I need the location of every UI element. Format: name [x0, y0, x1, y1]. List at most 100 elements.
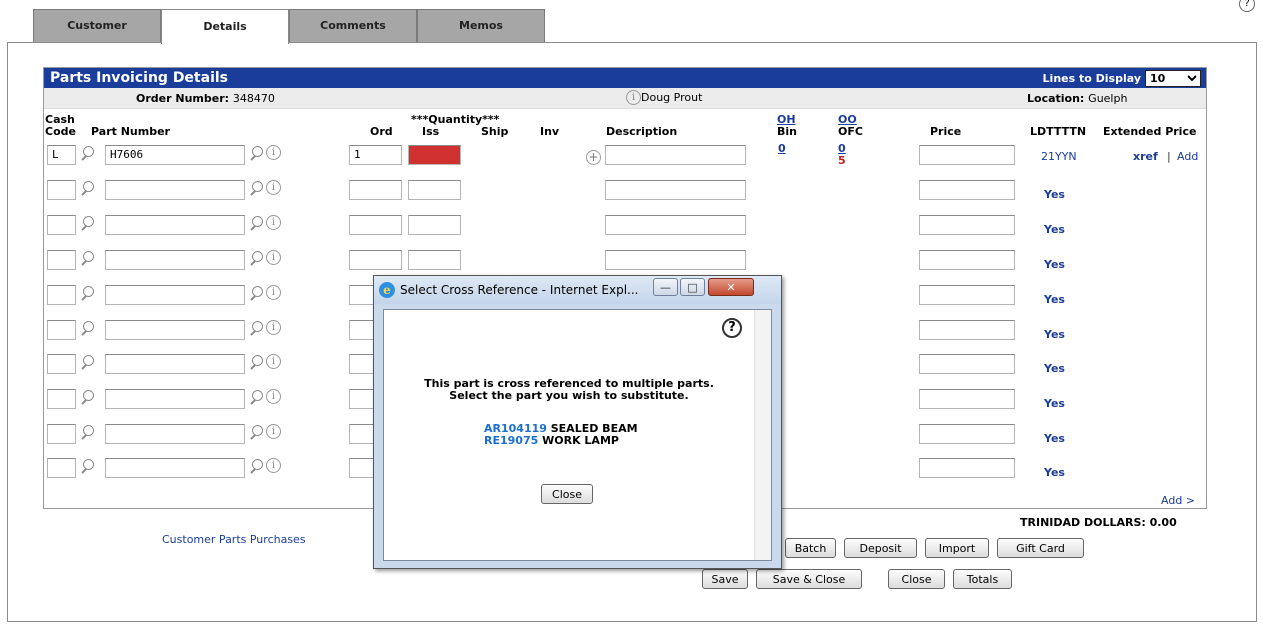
ord-input[interactable]: [349, 180, 402, 200]
maximize-icon[interactable]: □: [680, 278, 705, 296]
help-icon[interactable]: ?: [722, 318, 742, 338]
ldtttn-yes-link[interactable]: Yes: [1044, 258, 1065, 271]
info-icon[interactable]: i: [266, 145, 281, 160]
dialog-scrollbar[interactable]: [754, 310, 771, 560]
info-icon[interactable]: i: [266, 389, 281, 404]
part-number-input[interactable]: [105, 285, 245, 305]
cash-code-input[interactable]: [47, 320, 76, 340]
price-input[interactable]: [919, 285, 1015, 305]
search-icon[interactable]: [80, 425, 94, 439]
tab-customer[interactable]: Customer: [33, 9, 161, 43]
ldtttn-yes-link[interactable]: Yes: [1044, 293, 1065, 306]
customer-parts-purchases-link[interactable]: Customer Parts Purchases: [162, 533, 306, 546]
part-number-input[interactable]: [105, 458, 245, 478]
minimize-icon[interactable]: —: [653, 278, 678, 296]
search-icon[interactable]: [80, 286, 94, 300]
cash-code-input[interactable]: [47, 424, 76, 444]
info-icon[interactable]: i: [266, 458, 281, 473]
search-icon[interactable]: [249, 355, 263, 369]
cash-code-input[interactable]: [47, 389, 76, 409]
info-icon[interactable]: i: [266, 250, 281, 265]
tab-details[interactable]: Details: [161, 9, 289, 44]
ldtttn-yes-link[interactable]: Yes: [1044, 466, 1065, 479]
description-input[interactable]: [605, 215, 746, 235]
info-icon[interactable]: i: [266, 424, 281, 439]
info-icon[interactable]: i: [266, 354, 281, 369]
part-number-input[interactable]: [105, 389, 245, 409]
help-icon[interactable]: ?: [1239, 0, 1255, 12]
search-icon[interactable]: [80, 181, 94, 195]
ldtttn-yes-link[interactable]: Yes: [1044, 362, 1065, 375]
info-icon[interactable]: i: [266, 215, 281, 230]
add-link[interactable]: Add: [1177, 150, 1198, 163]
search-icon[interactable]: [249, 390, 263, 404]
tab-comments[interactable]: Comments: [289, 9, 417, 43]
price-input[interactable]: [919, 180, 1015, 200]
ord-input[interactable]: [349, 215, 402, 235]
search-icon[interactable]: [249, 146, 263, 160]
close-icon[interactable]: ✕: [708, 278, 754, 296]
iss-input[interactable]: [408, 145, 461, 165]
search-icon[interactable]: [249, 321, 263, 335]
info-icon[interactable]: i: [266, 285, 281, 300]
price-input[interactable]: [919, 354, 1015, 374]
part-number-input[interactable]: [105, 424, 245, 444]
totals-button[interactable]: Totals: [953, 569, 1012, 589]
search-icon[interactable]: [249, 181, 263, 195]
ldtttn-yes-link[interactable]: Yes: [1044, 397, 1065, 410]
ldtttn-yes-link[interactable]: Yes: [1044, 432, 1065, 445]
price-input[interactable]: [919, 458, 1015, 478]
search-icon[interactable]: [80, 321, 94, 335]
search-icon[interactable]: [249, 459, 263, 473]
description-input[interactable]: [605, 180, 746, 200]
description-input[interactable]: [605, 250, 746, 270]
gift-card-button[interactable]: Gift Card: [997, 538, 1084, 558]
search-icon[interactable]: [80, 390, 94, 404]
search-icon[interactable]: [80, 251, 94, 265]
price-input[interactable]: [919, 424, 1015, 444]
cash-code-input[interactable]: [47, 354, 76, 374]
user-info[interactable]: i Doug Prout: [626, 90, 702, 105]
ldtttn-value[interactable]: 21YYN: [1041, 150, 1077, 163]
price-input[interactable]: [919, 250, 1015, 270]
search-icon[interactable]: [249, 286, 263, 300]
search-icon[interactable]: [249, 216, 263, 230]
part-number-input[interactable]: [105, 180, 245, 200]
ldtttn-yes-link[interactable]: Yes: [1044, 188, 1065, 201]
import-button[interactable]: Import: [925, 538, 989, 558]
dialog-close-button[interactable]: Close: [541, 484, 593, 504]
oh-bin-link[interactable]: 0: [778, 142, 786, 155]
cash-code-input[interactable]: L: [47, 145, 76, 165]
ord-input[interactable]: [349, 250, 402, 270]
save-button[interactable]: Save: [702, 569, 748, 589]
part-number-input[interactable]: [105, 320, 245, 340]
price-input[interactable]: [919, 145, 1015, 165]
search-icon[interactable]: [249, 251, 263, 265]
info-icon[interactable]: i: [266, 320, 281, 335]
search-icon[interactable]: [80, 216, 94, 230]
info-icon[interactable]: i: [266, 180, 281, 195]
cash-code-input[interactable]: [47, 458, 76, 478]
xref-part-link[interactable]: RE19075: [484, 434, 538, 447]
xref-link[interactable]: xref: [1133, 150, 1158, 163]
part-number-input[interactable]: [105, 354, 245, 374]
cash-code-input[interactable]: [47, 180, 76, 200]
price-input[interactable]: [919, 320, 1015, 340]
ldtttn-yes-link[interactable]: Yes: [1044, 223, 1065, 236]
part-number-input[interactable]: H7606: [105, 145, 245, 165]
search-icon[interactable]: [80, 459, 94, 473]
batch-button[interactable]: Batch: [785, 538, 836, 558]
description-input[interactable]: [605, 145, 746, 165]
price-input[interactable]: [919, 389, 1015, 409]
add-lines-link[interactable]: Add >: [1161, 494, 1195, 507]
close-button[interactable]: Close: [888, 569, 945, 589]
part-number-input[interactable]: [105, 215, 245, 235]
ldtttn-yes-link[interactable]: Yes: [1044, 328, 1065, 341]
search-icon[interactable]: [80, 146, 94, 160]
lines-select[interactable]: 10: [1145, 69, 1201, 87]
deposit-button[interactable]: Deposit: [844, 538, 917, 558]
search-icon[interactable]: [249, 425, 263, 439]
iss-input[interactable]: [408, 215, 461, 235]
search-icon[interactable]: [80, 355, 94, 369]
save-and-close-button[interactable]: Save & Close: [756, 569, 862, 589]
